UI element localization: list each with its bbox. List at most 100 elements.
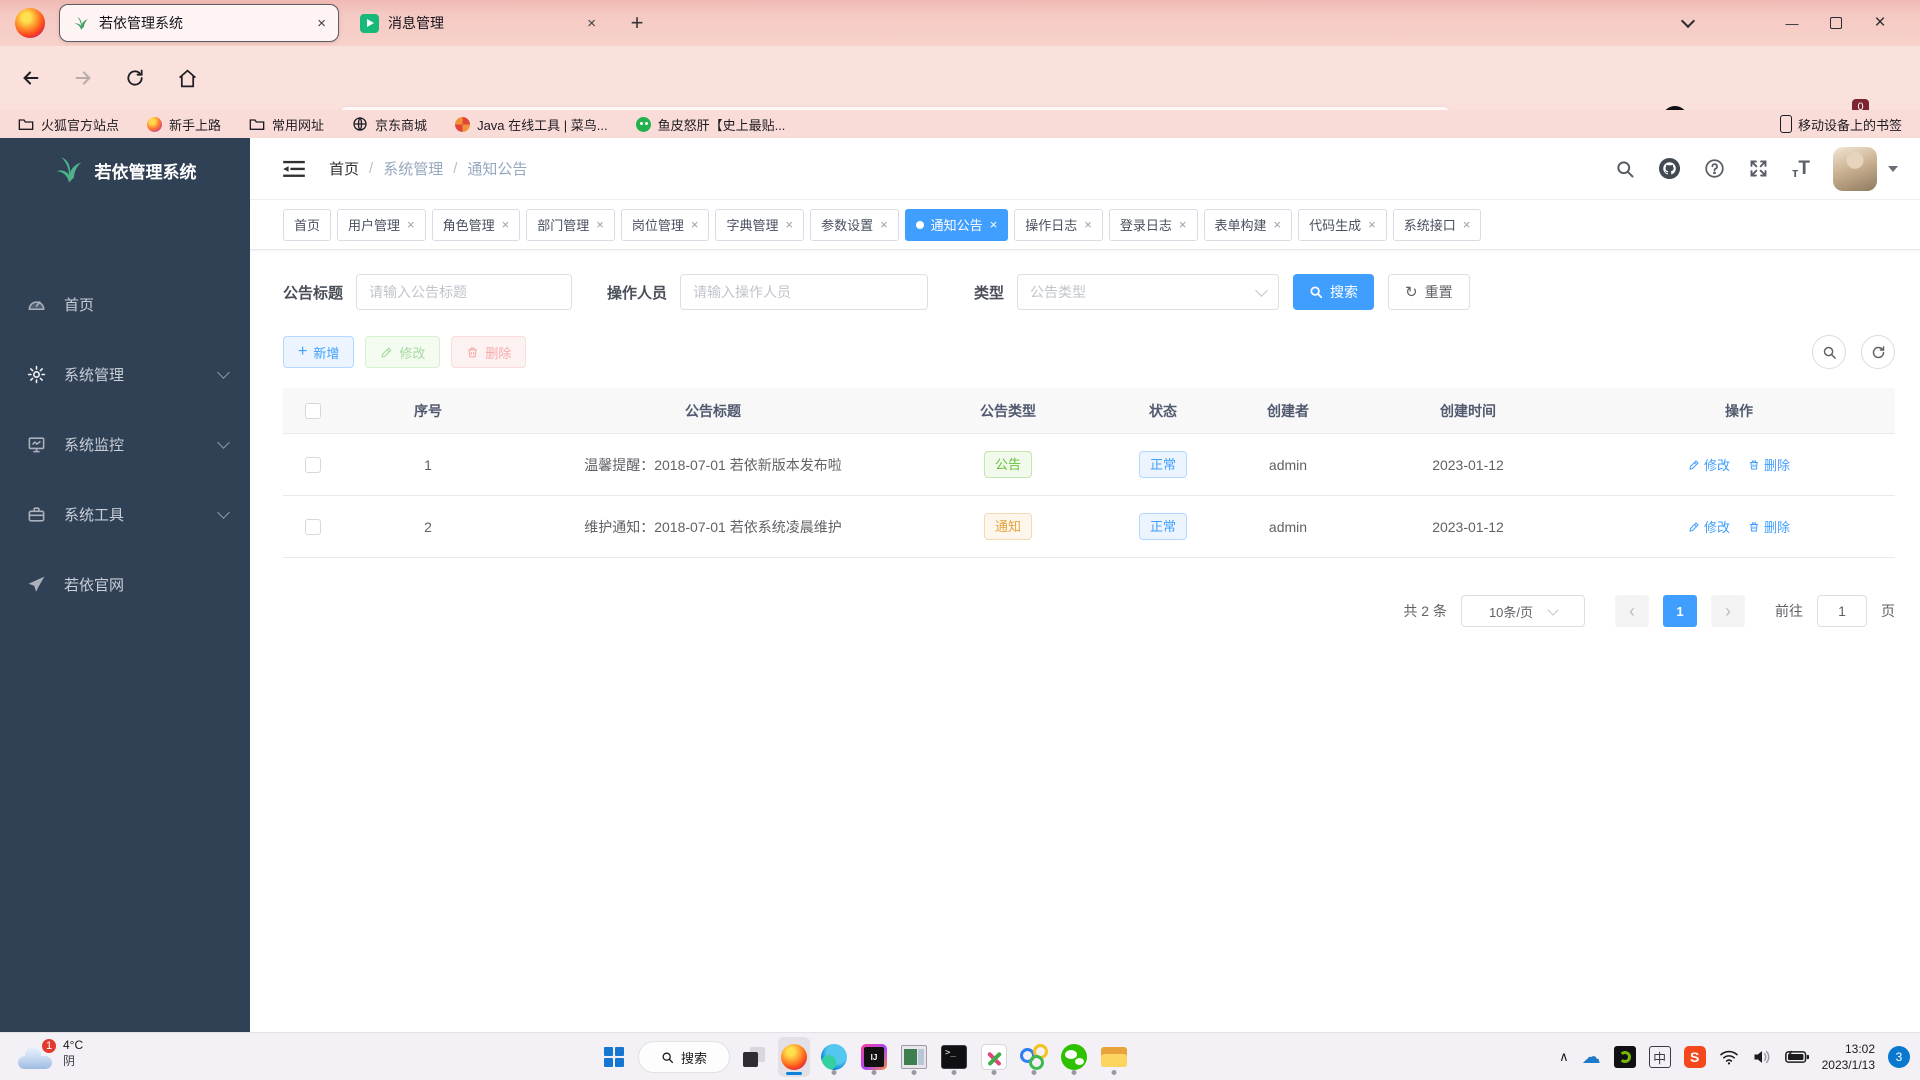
tag-close-icon[interactable] [990, 218, 998, 231]
tag-close-icon[interactable] [1463, 218, 1471, 231]
firefox-logo-icon[interactable] [15, 8, 45, 38]
bookmark-yupi[interactable]: 鱼皮怒肝【史上最贴... [636, 115, 786, 134]
taskbar-vm-app[interactable] [898, 1037, 930, 1077]
taskbar-explorer[interactable] [1098, 1037, 1130, 1077]
tag-close-icon[interactable] [1368, 218, 1376, 231]
row-checkbox[interactable] [305, 457, 321, 473]
close-window-button[interactable] [1858, 6, 1902, 40]
tag-close-icon[interactable] [785, 218, 793, 231]
taskbar-terminal[interactable] [938, 1037, 970, 1077]
notification-badge[interactable]: 3 [1888, 1046, 1910, 1068]
row-edit-link[interactable]: 修改 [1688, 455, 1730, 474]
sidebar-collapse-icon[interactable] [283, 160, 305, 178]
tag-swagger[interactable]: 系统接口 [1393, 209, 1482, 241]
battery-icon[interactable] [1785, 1050, 1809, 1064]
bookmark-folder-firefox[interactable]: 火狐官方站点 [18, 115, 119, 134]
row-edit-link[interactable]: 修改 [1688, 517, 1730, 536]
notice-title-input[interactable] [356, 274, 572, 310]
taskbar-intellij[interactable] [858, 1037, 890, 1077]
minimize-button[interactable] [1770, 6, 1814, 40]
restore-button[interactable] [1814, 6, 1858, 40]
tag-close-icon[interactable] [880, 218, 888, 231]
bookmark-getting-started[interactable]: 新手上路 [147, 115, 221, 134]
browser-tab-active[interactable]: 若依管理系统 [60, 5, 338, 41]
sidebar-item-system[interactable]: 系统管理 [0, 339, 250, 409]
prev-page-button[interactable] [1615, 595, 1649, 627]
taskbar-edge[interactable] [818, 1037, 850, 1077]
font-size-icon[interactable] [1792, 158, 1810, 180]
tag-gen[interactable]: 代码生成 [1298, 209, 1387, 241]
next-page-button[interactable] [1711, 595, 1745, 627]
weather-widget[interactable]: 1 4°C阴 [16, 1038, 83, 1069]
tag-role[interactable]: 角色管理 [432, 209, 521, 241]
reset-button[interactable]: 重置 [1388, 274, 1470, 310]
volume-icon[interactable] [1752, 1048, 1772, 1066]
edit-button[interactable]: 修改 [365, 336, 440, 368]
sidebar-item-home[interactable]: 首页 [0, 269, 250, 339]
add-button[interactable]: 新增 [283, 336, 354, 368]
search-button[interactable]: 搜索 [1293, 274, 1374, 310]
tag-config[interactable]: 参数设置 [810, 209, 899, 241]
sidebar-item-official-site[interactable]: 若依官网 [0, 549, 250, 619]
help-question-icon[interactable] [1704, 158, 1725, 179]
tray-expand-icon[interactable] [1559, 1049, 1569, 1065]
task-view-button[interactable] [738, 1037, 770, 1077]
caret-down-icon[interactable] [1888, 166, 1898, 172]
tag-close-icon[interactable] [1084, 218, 1092, 231]
tag-close-icon[interactable] [1179, 218, 1187, 231]
tag-close-icon[interactable] [1274, 218, 1282, 231]
select-all-checkbox[interactable] [305, 403, 321, 419]
notice-type-select[interactable]: 公告类型 [1017, 274, 1279, 310]
avatar[interactable] [1833, 147, 1877, 191]
clock[interactable]: 13:02 2023/1/13 [1822, 1041, 1875, 1073]
onedrive-icon[interactable] [1582, 1048, 1601, 1067]
taskbar-xshell[interactable] [978, 1037, 1010, 1077]
page-size-select[interactable]: 10条/页 [1461, 595, 1585, 627]
page-1-button[interactable]: 1 [1663, 595, 1697, 627]
row-delete-link[interactable]: 删除 [1748, 455, 1790, 474]
forward-button[interactable] [70, 65, 96, 91]
wifi-icon[interactable] [1719, 1049, 1739, 1065]
tag-close-icon[interactable] [691, 218, 699, 231]
reload-button[interactable] [122, 65, 148, 91]
back-button[interactable] [18, 65, 44, 91]
tag-user[interactable]: 用户管理 [337, 209, 426, 241]
bookmark-folder-common[interactable]: 常用网址 [249, 115, 324, 134]
tag-logininfor[interactable]: 登录日志 [1109, 209, 1198, 241]
bookmark-java-tools[interactable]: Java 在线工具 | 菜鸟... [455, 115, 608, 134]
row-checkbox[interactable] [305, 519, 321, 535]
tag-post[interactable]: 岗位管理 [621, 209, 710, 241]
taskbar-firefox[interactable] [778, 1037, 810, 1077]
app-logo[interactable]: 若依管理系统 [0, 138, 250, 202]
home-button[interactable] [174, 65, 200, 91]
tab-close-icon[interactable] [587, 16, 596, 31]
fullscreen-icon[interactable] [1748, 158, 1769, 179]
browser-tab-messages[interactable]: 消息管理 [348, 5, 608, 41]
taskbar-rings-app[interactable] [1018, 1037, 1050, 1077]
list-tabs-button[interactable] [1666, 6, 1710, 40]
tag-close-icon[interactable] [596, 218, 604, 231]
tag-notice-active[interactable]: 通知公告 [905, 209, 1009, 241]
tag-dept[interactable]: 部门管理 [526, 209, 615, 241]
bookmark-jd[interactable]: 京东商城 [352, 115, 427, 134]
tag-build[interactable]: 表单构建 [1204, 209, 1293, 241]
delete-button[interactable]: 删除 [451, 336, 526, 368]
row-delete-link[interactable]: 删除 [1748, 517, 1790, 536]
tag-close-icon[interactable] [407, 218, 415, 231]
sogou-icon[interactable] [1684, 1046, 1706, 1068]
tab-close-icon[interactable] [317, 16, 326, 31]
taskbar-wechat[interactable] [1058, 1037, 1090, 1077]
operator-input[interactable] [680, 274, 928, 310]
sidebar-item-monitor[interactable]: 系统监控 [0, 409, 250, 479]
tag-close-icon[interactable] [502, 218, 510, 231]
mobile-bookmarks[interactable]: 移动设备上的书签 [1780, 115, 1902, 134]
nvidia-icon[interactable] [1614, 1046, 1636, 1068]
goto-page-input[interactable] [1817, 595, 1867, 627]
tag-home[interactable]: 首页 [283, 209, 331, 241]
toggle-search-button[interactable] [1812, 335, 1846, 369]
tag-operlog[interactable]: 操作日志 [1014, 209, 1103, 241]
search-icon[interactable] [1615, 159, 1635, 179]
sidebar-item-tools[interactable]: 系统工具 [0, 479, 250, 549]
tag-dict[interactable]: 字典管理 [715, 209, 804, 241]
start-button[interactable] [598, 1037, 630, 1077]
